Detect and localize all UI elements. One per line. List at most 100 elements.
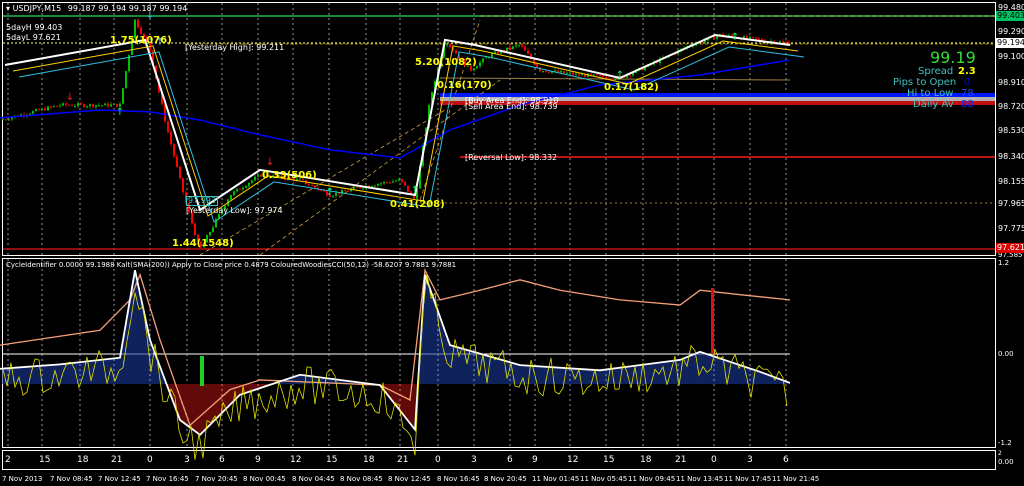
hour-label: 18 — [77, 455, 89, 465]
candle — [536, 63, 538, 68]
candle — [575, 73, 577, 75]
candle — [209, 232, 211, 236]
zigzag-secondary-line — [12, 40, 799, 217]
candle — [86, 106, 88, 108]
indicator-tick: 0.00 — [998, 350, 1014, 358]
candle — [779, 41, 781, 43]
arrow-down-icon: ↓ — [506, 42, 514, 53]
swing-label: 1.44(1548) — [172, 238, 234, 249]
daily-av-value: 88 — [961, 99, 974, 110]
candle — [2, 119, 4, 121]
candle — [248, 182, 250, 187]
hour-label: 9 — [532, 455, 538, 465]
candle — [395, 180, 397, 182]
hi-low-label: Hi to Low — [907, 88, 954, 99]
price-tick: 97.775 — [998, 224, 1024, 233]
date-label: 7 Nov 12:45 — [98, 475, 141, 483]
candle — [398, 179, 400, 181]
candle — [77, 103, 79, 106]
candle — [44, 108, 46, 111]
candle — [629, 75, 631, 77]
cycle-white-line — [0, 270, 791, 437]
candle — [74, 105, 76, 107]
candle — [50, 106, 52, 108]
hour-label: 0 — [147, 455, 153, 465]
candle — [182, 178, 184, 193]
candle — [32, 111, 34, 114]
candle — [41, 108, 43, 111]
indicator-tick: -1.2 — [998, 439, 1012, 447]
date-label: 8 Nov 12:45 — [388, 475, 431, 483]
candle — [254, 176, 256, 181]
candle — [566, 72, 568, 74]
candle — [605, 76, 607, 79]
hour-label: 6 — [783, 455, 789, 465]
candle — [548, 72, 550, 74]
candle — [515, 45, 517, 47]
date-label: 8 Nov 20:45 — [484, 475, 527, 483]
candle — [524, 46, 526, 51]
candle — [494, 51, 496, 54]
candle — [371, 186, 373, 188]
candle — [311, 185, 313, 187]
arrow-down-icon: ↓ — [266, 157, 274, 168]
arrow-up-icon: ↑ — [731, 32, 739, 43]
low-price-box: 97.993 — [186, 196, 218, 206]
candle — [59, 105, 61, 107]
arrow-up-icon: ↑ — [411, 185, 419, 196]
date-label: 11 Nov 21:45 — [772, 475, 820, 483]
candle — [485, 57, 487, 59]
hour-label: 0 — [711, 455, 717, 465]
date-label: 11 Nov 17:45 — [724, 475, 772, 483]
candle — [545, 71, 547, 73]
candle — [590, 73, 592, 75]
hour-label: 0 — [435, 455, 441, 465]
candle — [557, 70, 559, 73]
hour-label: 3 — [471, 455, 477, 465]
candle — [359, 187, 361, 189]
candle — [599, 75, 601, 77]
candle — [521, 45, 523, 47]
hour-label: 6 — [219, 455, 225, 465]
hour-label: 21 — [675, 455, 687, 465]
hour-label: 12 — [567, 455, 579, 465]
swing-label: 0.17(182) — [604, 82, 659, 93]
candle — [446, 44, 448, 46]
candle — [194, 223, 196, 236]
candle — [8, 119, 10, 121]
yesterday-low-label: [Yesterday Low]: 97.974 — [186, 206, 283, 215]
candle — [347, 190, 349, 192]
candle — [782, 41, 784, 43]
candle — [362, 188, 364, 190]
candle — [125, 71, 127, 89]
candle — [113, 103, 115, 105]
candle — [755, 37, 757, 39]
candle — [497, 51, 499, 54]
hour-label: 21 — [111, 455, 123, 465]
candle — [62, 103, 64, 106]
candle — [758, 38, 760, 40]
candle — [560, 71, 562, 73]
candle — [473, 68, 475, 71]
candle — [122, 88, 124, 104]
candle — [68, 105, 70, 107]
hour-label: 6 — [507, 455, 513, 465]
symbol-label: USDJPY,M15 — [12, 4, 62, 13]
candle — [449, 44, 451, 47]
hour-label: 12 — [290, 455, 302, 465]
candle — [578, 73, 580, 76]
candle — [602, 75, 604, 77]
candle — [173, 144, 175, 157]
candle — [212, 227, 214, 233]
candle — [101, 105, 103, 107]
candle — [38, 109, 40, 111]
candle — [518, 45, 520, 47]
candle — [98, 105, 100, 107]
candle — [611, 78, 613, 80]
hour-label: 21 — [397, 455, 409, 465]
candle — [89, 104, 91, 107]
candle — [455, 50, 457, 54]
candle — [230, 194, 232, 200]
candle — [83, 104, 85, 107]
arrow-up-icon: ↑ — [116, 107, 124, 118]
